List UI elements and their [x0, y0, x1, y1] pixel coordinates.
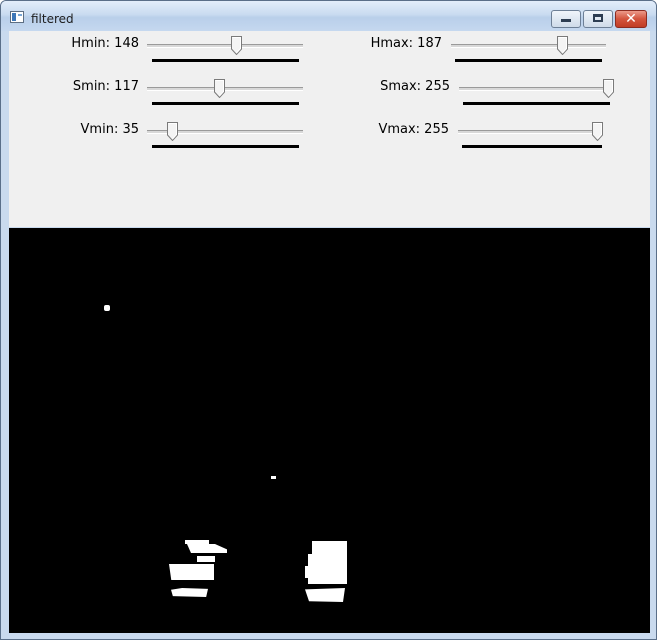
minimize-button[interactable] [551, 10, 581, 28]
close-button[interactable]: ✕ [615, 10, 647, 28]
mask-blob [312, 541, 347, 554]
trackbar-label: Hmax: 187 [370, 36, 442, 51]
maximize-icon [593, 14, 603, 22]
slider-thumb[interactable] [603, 79, 614, 98]
app-window-icon [10, 11, 24, 23]
trackbar-hmin: Hmin: 148 [9, 31, 309, 71]
mask-blob [271, 476, 276, 479]
trackbar-hmax: Hmax: 187 [309, 31, 649, 71]
trackbar-underline [152, 59, 299, 62]
trackbar-track[interactable] [147, 87, 303, 91]
mask-blob [305, 566, 311, 578]
slider-thumb[interactable] [214, 79, 225, 98]
trackbar-label: Smin: 117 [72, 79, 139, 94]
mask-blob [185, 540, 209, 544]
slider-thumb[interactable] [592, 122, 603, 141]
slider-thumb[interactable] [167, 122, 178, 141]
mask-blob [305, 588, 345, 602]
trackbar-label: Vmax: 255 [378, 122, 449, 137]
trackbar-track[interactable] [147, 44, 303, 48]
trackbar-underline [152, 102, 299, 105]
trackbar-label: Hmin: 148 [71, 36, 139, 51]
trackbar-track[interactable] [451, 44, 606, 48]
trackbar-underline [455, 59, 602, 62]
trackbar-smin: Smin: 117 [9, 74, 309, 114]
slider-thumb[interactable] [231, 36, 242, 55]
mask-blob [187, 544, 227, 553]
title-bar[interactable]: filtered ✕ [1, 1, 656, 31]
slider-thumb[interactable] [557, 36, 568, 55]
trackbar-panel: Hmin: 148 Hmax: 187 Smin: 117 Smax: 255 … [9, 31, 650, 227]
close-icon: ✕ [625, 11, 637, 27]
trackbar-underline [152, 145, 299, 148]
mask-blob [308, 554, 347, 584]
mask-blob [169, 564, 214, 580]
trackbar-smax: Smax: 255 [309, 74, 649, 114]
trackbar-vmax: Vmax: 255 [309, 117, 649, 157]
trackbar-track[interactable] [458, 130, 603, 134]
maximize-button[interactable] [583, 10, 613, 28]
mask-blob [171, 588, 208, 597]
trackbar-track[interactable] [459, 87, 614, 91]
minimize-icon [561, 19, 571, 22]
trackbar-underline [463, 102, 610, 105]
trackbar-vmin: Vmin: 35 [9, 117, 309, 157]
filtered-mask-image [9, 228, 650, 633]
opencv-window: filtered ✕ Hmin: 148 Hmax: 187 Smin: 117 [0, 0, 657, 640]
mask-blob [197, 556, 215, 562]
mask-blob [104, 305, 110, 311]
trackbar-underline [462, 145, 602, 148]
trackbar-label: Smax: 255 [380, 79, 450, 94]
trackbar-label: Vmin: 35 [80, 122, 139, 137]
window-title: filtered [31, 12, 74, 26]
